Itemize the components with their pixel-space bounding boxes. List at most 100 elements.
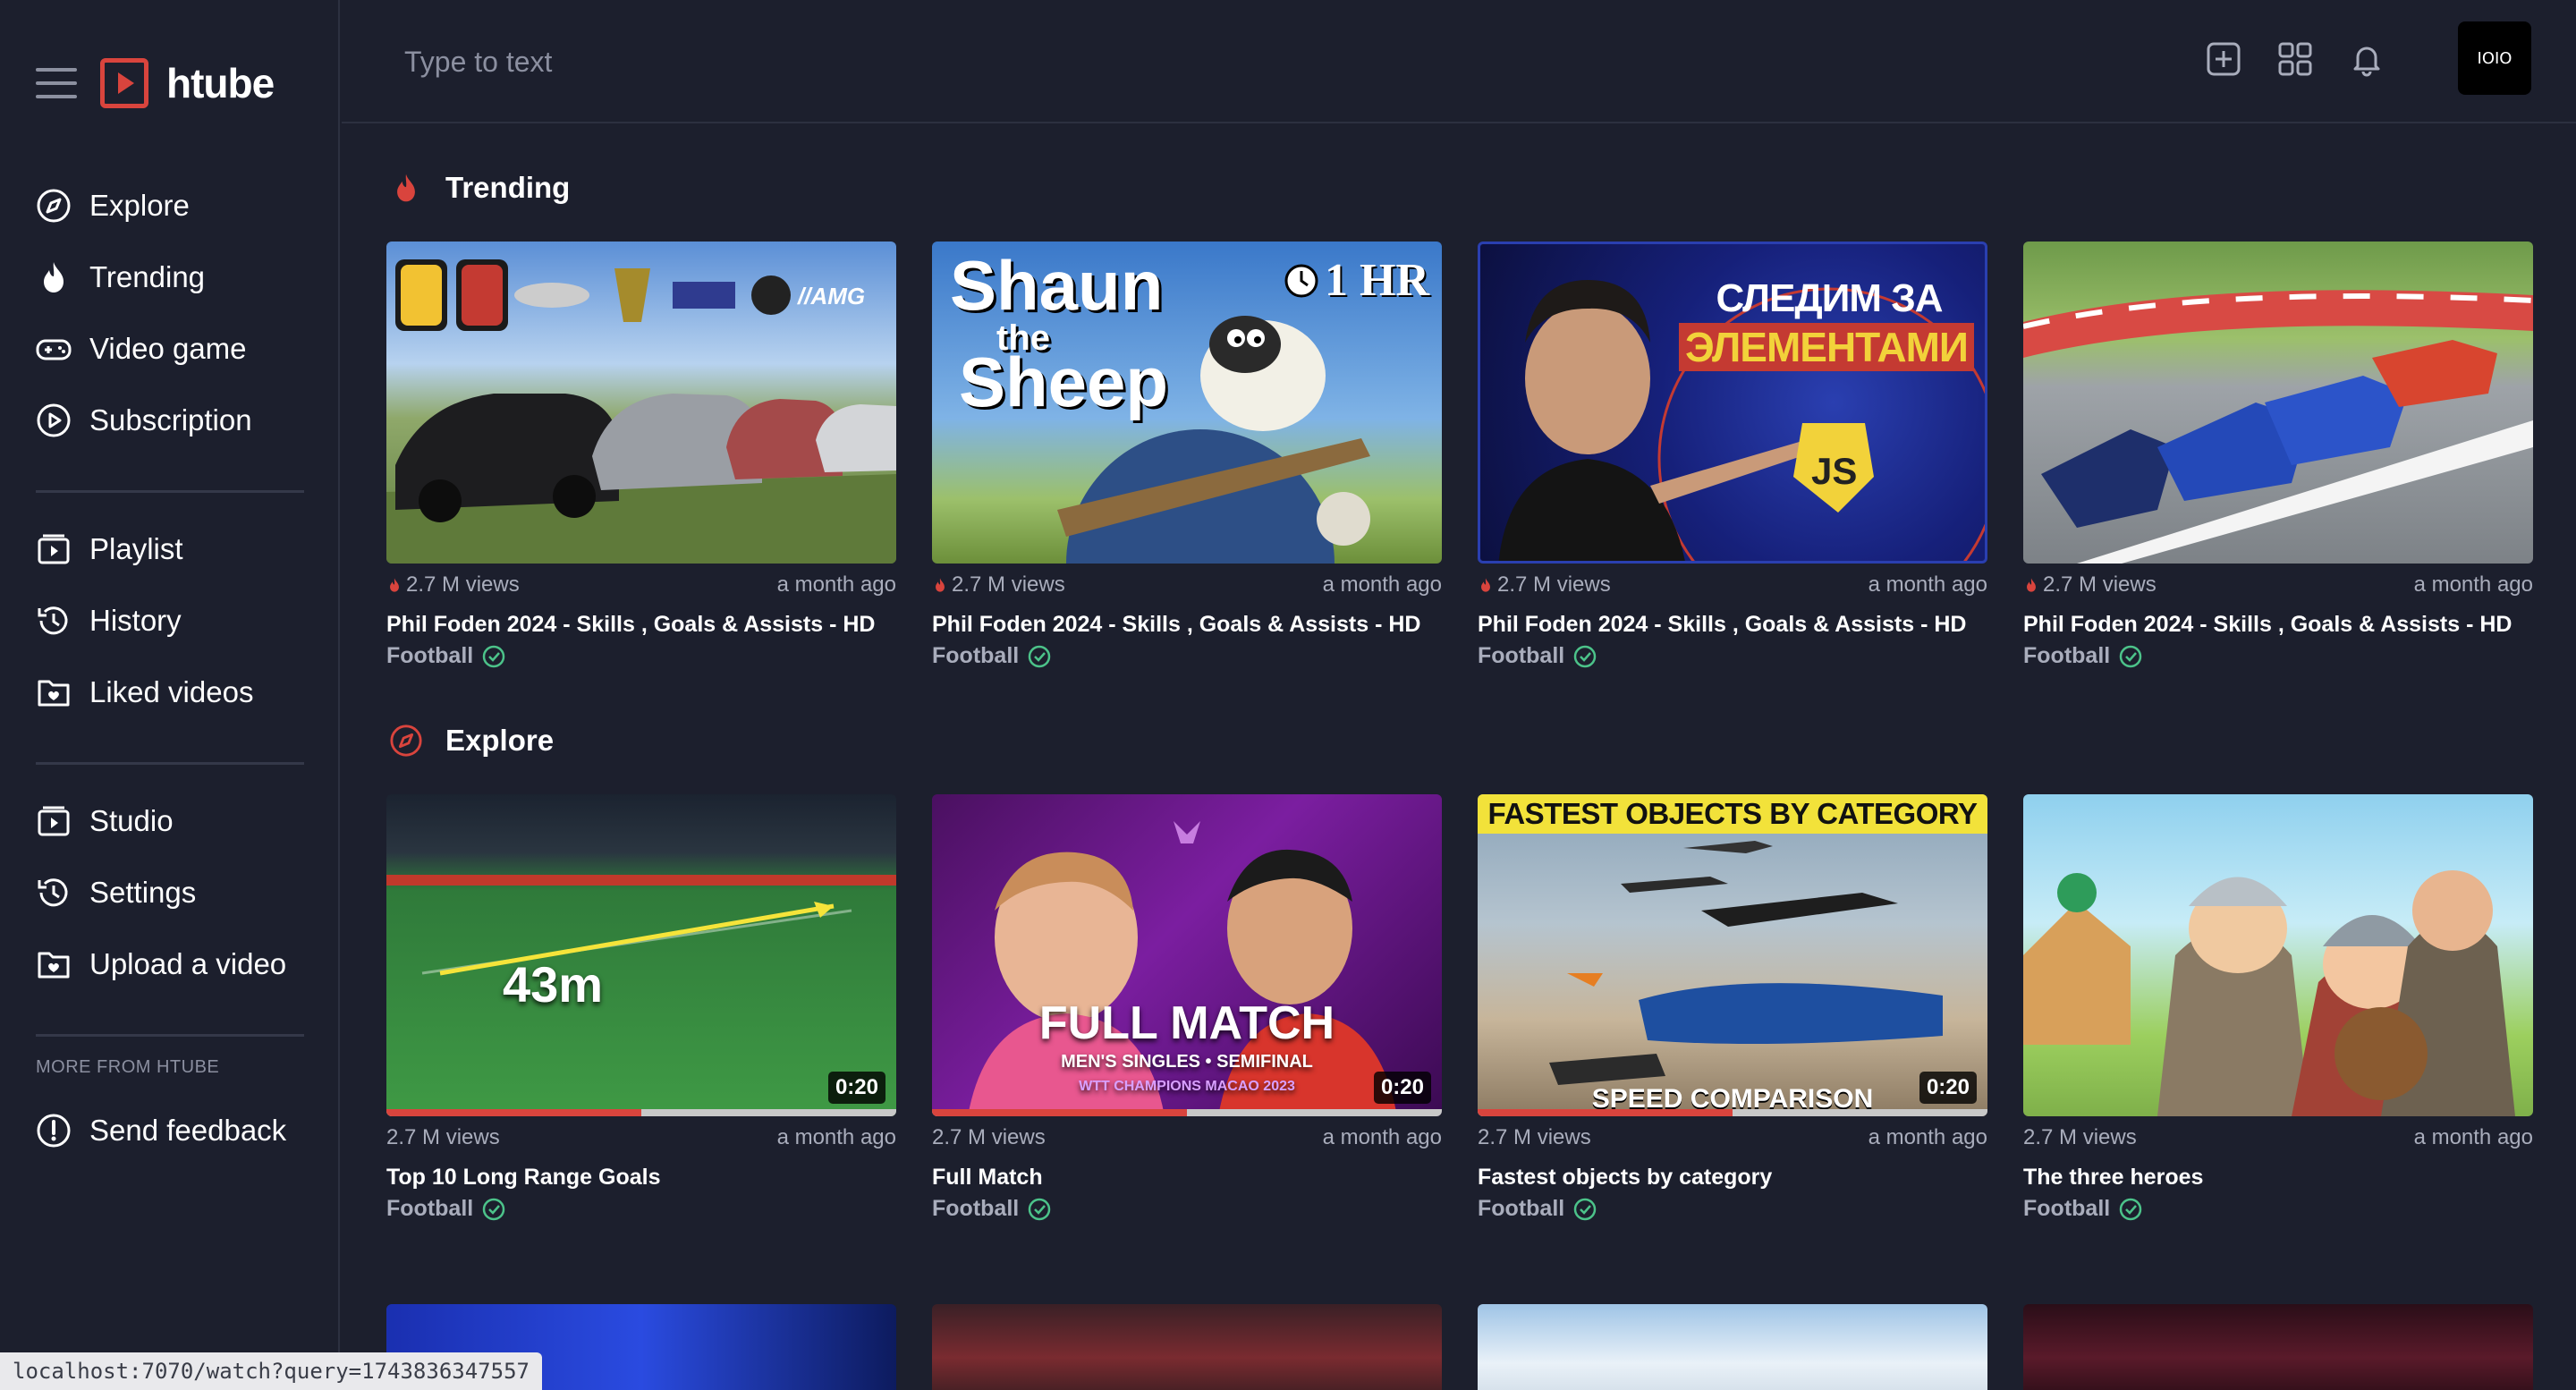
svg-text:JS: JS	[1811, 450, 1857, 492]
video-thumbnail[interactable]	[1478, 1304, 1987, 1390]
sidebar-item-label: Subscription	[89, 403, 252, 436]
channel-name[interactable]: Football	[1478, 1196, 1564, 1222]
channel-row[interactable]: Football	[1478, 1196, 1987, 1222]
verified-check-icon	[482, 1198, 505, 1220]
video-card[interactable]: FULL MATCH MEN'S SINGLES • SEMIFINAL WTT…	[932, 794, 1442, 1222]
upload-age: a month ago	[2413, 1125, 2533, 1149]
sidebar-item-upload-video[interactable]: Upload a video	[36, 928, 304, 1000]
video-thumbnail[interactable]: FULL MATCH MEN'S SINGLES • SEMIFINAL WTT…	[932, 794, 1442, 1116]
channel-name[interactable]: Football	[932, 1196, 1019, 1222]
sidebar-item-label: Settings	[89, 876, 197, 909]
section-title-text: Trending	[445, 171, 571, 204]
brand-name[interactable]: htube	[166, 59, 275, 107]
upload-age: a month ago	[1322, 572, 1442, 597]
channel-row[interactable]: Football	[2023, 1196, 2533, 1222]
library-nav: Playlist History Liked videos	[36, 513, 304, 728]
verified-check-icon	[1573, 645, 1597, 667]
video-meta: 2.7 M views a month ago	[386, 1123, 896, 1152]
sidebar-item-explore[interactable]: Explore	[36, 170, 304, 242]
search-input[interactable]	[404, 39, 1120, 84]
video-thumbnail[interactable]	[2023, 794, 2533, 1116]
verified-check-icon	[2119, 1198, 2142, 1220]
view-count-text: 2.7 M views	[2043, 572, 2157, 597]
channel-name[interactable]: Football	[386, 643, 473, 669]
sidebar-item-label: Video game	[89, 332, 247, 365]
sidebar-item-video-game[interactable]: Video game	[36, 313, 304, 385]
sidebar: htube Explore Trending Video game Subscr…	[0, 0, 340, 1390]
video-card[interactable]: FASTEST OBJECTS BY CATEGORY SPEED COMPAR…	[1478, 794, 1987, 1222]
video-thumbnail[interactable]	[2023, 242, 2533, 564]
video-meta: 2.7 M views a month ago	[1478, 571, 1987, 599]
video-card[interactable]: 2.7 M views a month ago Phil Foden 2024 …	[2023, 242, 2533, 669]
sidebar-item-label: Studio	[89, 804, 174, 837]
channel-row[interactable]: Football	[386, 1196, 896, 1222]
channel-row[interactable]: Football	[1478, 643, 1987, 669]
sidebar-item-label: Liked videos	[89, 675, 254, 708]
video-card[interactable]: //AMG 2.7 M views a month ago Phil Foden…	[386, 242, 896, 669]
upload-age: a month ago	[1322, 1125, 1442, 1149]
view-count-text: 2.7 M views	[386, 1125, 500, 1149]
video-card[interactable]: JS СЛЕДИМ ЗА ЭЛЕМЕНТАМИ 2.7 M views a mo…	[1478, 242, 1987, 669]
video-title[interactable]: Top 10 Long Range Goals	[386, 1165, 896, 1191]
sidebar-item-settings[interactable]: Settings	[36, 857, 304, 928]
channel-name[interactable]: Football	[1478, 643, 1564, 669]
video-card[interactable]: 2.7 M views a month ago The three heroes…	[2023, 794, 2533, 1222]
video-card[interactable]: 43m 0:20 2.7 M views a month ago Top 10 …	[386, 794, 896, 1222]
video-thumbnail[interactable]: FASTEST OBJECTS BY CATEGORY SPEED COMPAR…	[1478, 794, 1987, 1116]
view-count-text: 2.7 M views	[2023, 1125, 2137, 1149]
section-title-trending: Trending	[388, 170, 570, 206]
channel-name[interactable]: Football	[386, 1196, 473, 1222]
video-title[interactable]: Full Match	[932, 1165, 1442, 1191]
sidebar-divider	[36, 762, 304, 765]
bell-icon[interactable]	[2347, 39, 2386, 79]
video-title[interactable]: The three heroes	[2023, 1165, 2533, 1191]
channel-name[interactable]: Football	[2023, 643, 2110, 669]
settings-icon	[36, 875, 72, 911]
sidebar-item-trending[interactable]: Trending	[36, 242, 304, 313]
video-meta: 2.7 M views a month ago	[932, 571, 1442, 599]
video-thumbnail[interactable]: JS СЛЕДИМ ЗА ЭЛЕМЕНТАМИ	[1478, 242, 1987, 564]
studio-icon	[36, 803, 72, 839]
sidebar-item-label: Explore	[89, 189, 190, 222]
thumbnail-text: Sheep	[959, 343, 1169, 421]
channel-row[interactable]: Football	[2023, 643, 2533, 669]
logo-icon[interactable]	[100, 58, 148, 108]
video-title[interactable]: Fastest objects by category	[1478, 1165, 1987, 1191]
primary-nav: Explore Trending Video game Subscription	[36, 170, 304, 456]
channel-row[interactable]: Football	[386, 643, 896, 669]
video-title[interactable]: Phil Foden 2024 - Skills , Goals & Assis…	[386, 612, 896, 638]
apps-grid-icon[interactable]	[2275, 39, 2315, 79]
video-thumbnail[interactable]: 43m 0:20	[386, 794, 896, 1116]
channel-name[interactable]: Football	[932, 643, 1019, 669]
video-thumbnail[interactable]	[932, 1304, 1442, 1390]
video-title[interactable]: Phil Foden 2024 - Skills , Goals & Assis…	[1478, 612, 1987, 638]
compass-icon	[388, 723, 424, 759]
sidebar-item-studio[interactable]: Studio	[36, 785, 304, 857]
add-video-icon[interactable]	[2204, 39, 2243, 79]
channel-name[interactable]: Football	[2023, 1196, 2110, 1222]
video-title[interactable]: Phil Foden 2024 - Skills , Goals & Assis…	[2023, 612, 2533, 638]
video-thumbnail[interactable]	[2023, 1304, 2533, 1390]
sidebar-item-liked-videos[interactable]: Liked videos	[36, 657, 304, 728]
video-card[interactable]: Shaun the Sheep 1 HR 2.7 M views a month…	[932, 242, 1442, 669]
channel-row[interactable]: Football	[932, 643, 1442, 669]
view-count-text: 2.7 M views	[1478, 1125, 1591, 1149]
sidebar-item-send-feedback[interactable]: Send feedback	[36, 1095, 304, 1166]
sidebar-item-history[interactable]: History	[36, 585, 304, 657]
avatar[interactable]: IOIO	[2458, 21, 2531, 95]
thumbnail-badge-text: 1 HR	[1325, 255, 1429, 306]
video-thumbnail[interactable]: Shaun the Sheep 1 HR	[932, 242, 1442, 564]
view-count: 2.7 M views	[932, 572, 1065, 598]
sidebar-divider	[36, 1034, 304, 1037]
thumbnail-text: 43m	[503, 956, 604, 1013]
sidebar-item-subscription[interactable]: Subscription	[36, 385, 304, 456]
section-title-text: Explore	[445, 724, 555, 757]
sidebar-item-playlist[interactable]: Playlist	[36, 513, 304, 585]
video-thumbnail[interactable]: //AMG	[386, 242, 896, 564]
video-title[interactable]: Phil Foden 2024 - Skills , Goals & Assis…	[932, 612, 1442, 638]
thumbnail-text: ЭЛЕМЕНТАМИ	[1679, 323, 1974, 371]
view-count: 2.7 M views	[2023, 572, 2157, 598]
flame-icon	[1481, 578, 1490, 592]
hamburger-menu-icon[interactable]	[36, 68, 77, 98]
channel-row[interactable]: Football	[932, 1196, 1442, 1222]
